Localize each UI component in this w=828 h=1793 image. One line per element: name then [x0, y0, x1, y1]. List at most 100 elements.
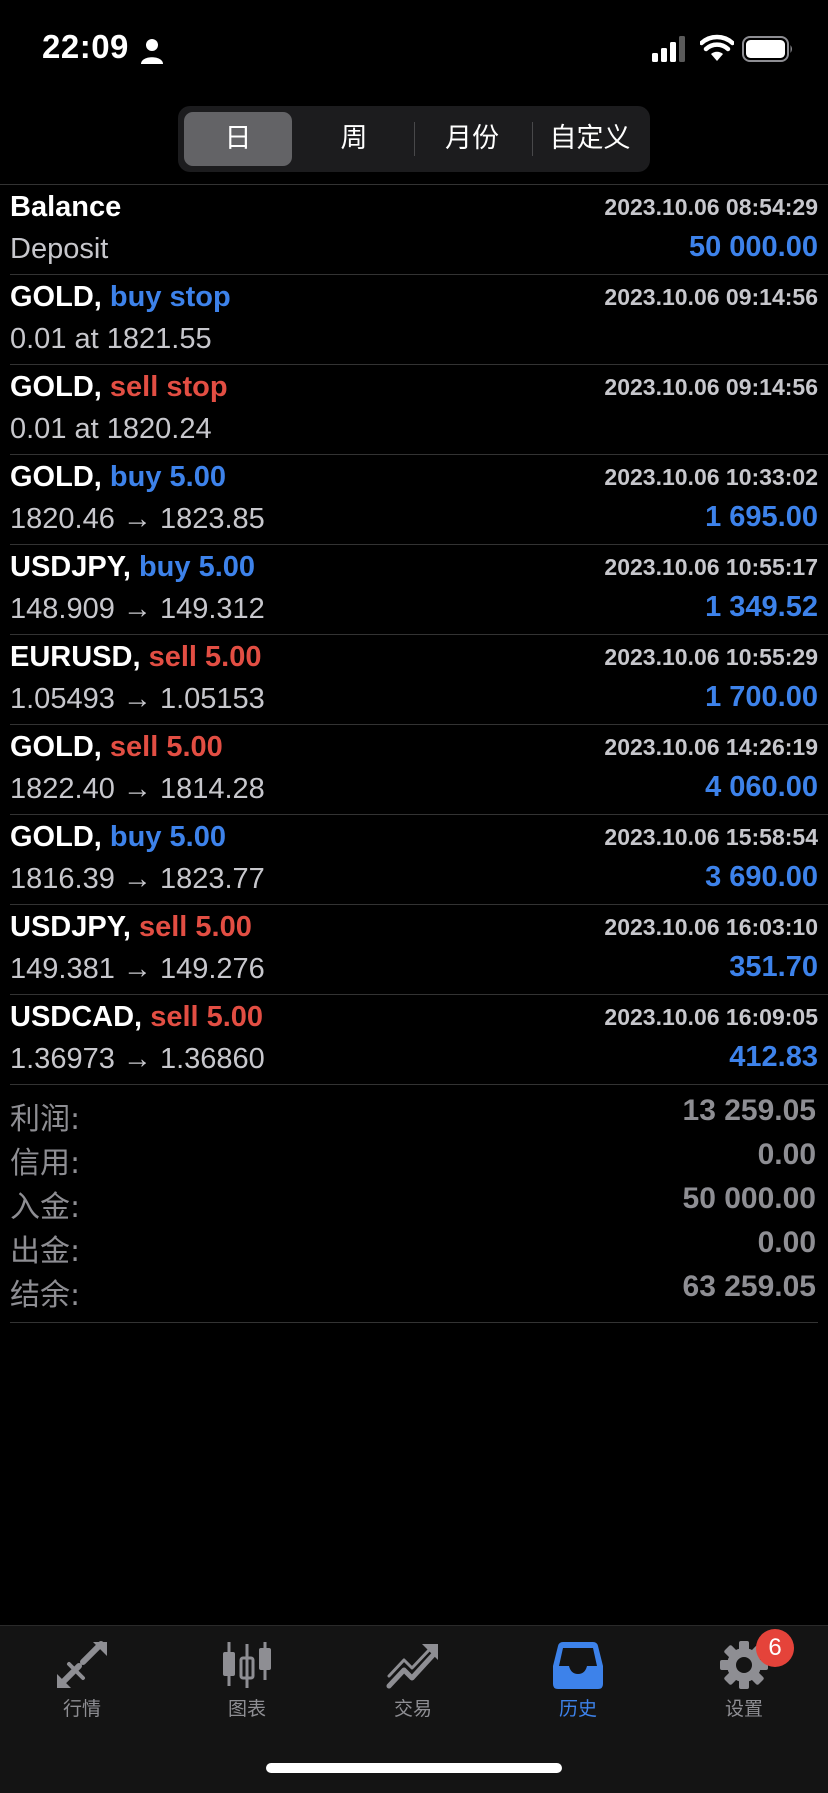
row-title: EURUSD, sell 5.00 — [10, 641, 261, 674]
row-symbol: GOLD, — [10, 281, 102, 313]
segment-custom[interactable]: 自定义 — [536, 112, 644, 166]
row-profit: 1 695.00 — [705, 501, 818, 533]
row-subtitle: 1.05493 → 1.05153 — [10, 683, 265, 715]
row-profit: 1 700.00 — [705, 681, 818, 713]
cellular-signal-icon — [652, 36, 685, 62]
summary-value: 0.00 — [757, 1138, 816, 1171]
row-action: buy stop — [109, 281, 231, 313]
segment-week[interactable]: 周 — [300, 112, 408, 166]
settings-notification-badge: 6 — [756, 1629, 794, 1667]
row-subtitle: 148.909 → 149.312 — [10, 593, 265, 625]
summary-label: 出金: — [10, 1234, 81, 1269]
row-profit: 412.83 — [729, 1041, 818, 1073]
row-time: 2023.10.06 09:14:56 — [604, 374, 818, 400]
row-symbol: USDJPY, — [10, 551, 131, 583]
summary-value: 13 259.05 — [682, 1094, 816, 1127]
row-action: buy 5.00 — [109, 461, 226, 493]
row-time: 2023.10.06 10:55:29 — [604, 644, 818, 670]
row-subtitle: 0.01 at 1821.55 — [10, 323, 212, 355]
history-row[interactable]: USDCAD, sell 5.00 2023.10.06 16:09:05 1.… — [10, 995, 828, 1085]
row-time: 2023.10.06 16:09:05 — [604, 1004, 818, 1030]
row-symbol: GOLD, — [10, 461, 102, 493]
summary-label: 利润: — [10, 1102, 81, 1137]
period-segmented-control: 日 周 月份 自定义 — [178, 106, 650, 172]
row-subtitle: 1820.46 → 1823.85 — [10, 503, 265, 535]
summary-value: 50 000.00 — [682, 1182, 816, 1215]
summary-row-withdrawal: 出金: 0.00 — [10, 1222, 818, 1269]
tab-chart[interactable]: 图表 — [187, 1640, 307, 1740]
tab-label: 设置 — [724, 1698, 763, 1720]
row-title: USDCAD, sell 5.00 — [10, 1001, 263, 1034]
row-action: sell 5.00 — [109, 731, 223, 763]
person-icon — [141, 39, 163, 64]
row-subtitle: 1.36973 → 1.36860 — [10, 1043, 265, 1075]
row-subtitle: 149.381 → 149.276 — [10, 953, 265, 985]
row-symbol: GOLD, — [10, 821, 102, 853]
summary-value: 63 259.05 — [682, 1270, 816, 1303]
row-time: 2023.10.06 16:03:10 — [604, 914, 818, 940]
row-time: 2023.10.06 15:58:54 — [604, 824, 818, 850]
status-bar: 22:09 — [0, 0, 828, 100]
home-indicator[interactable] — [266, 1763, 562, 1773]
trade-icon — [386, 1644, 438, 1689]
status-time: 22:09 — [42, 28, 129, 65]
row-time: 2023.10.06 14:26:19 — [604, 734, 818, 760]
tab-history[interactable]: 历史 — [518, 1640, 638, 1740]
segment-divider — [532, 122, 533, 156]
row-symbol: GOLD, — [10, 371, 102, 403]
row-symbol: USDJPY, — [10, 911, 131, 943]
history-list: Balance 2023.10.06 08:54:29 Deposit 50 0… — [0, 184, 828, 1085]
summary-label: 入金: — [10, 1190, 81, 1225]
tab-trade[interactable]: 交易 — [353, 1640, 473, 1740]
row-action: sell 5.00 — [138, 911, 252, 943]
row-profit: 351.70 — [729, 951, 818, 983]
row-profit: 3 690.00 — [705, 861, 818, 893]
summary-value: 0.00 — [757, 1226, 816, 1259]
row-title: USDJPY, sell 5.00 — [10, 911, 252, 944]
summary-row-balance: 结余: 63 259.05 — [10, 1266, 818, 1313]
tab-quotes[interactable]: 行情 — [22, 1640, 142, 1740]
row-profit: 4 060.00 — [705, 771, 818, 803]
wifi-icon — [700, 34, 734, 61]
history-row[interactable]: GOLD, buy 5.00 2023.10.06 10:33:02 1820.… — [10, 455, 828, 545]
history-row-balance[interactable]: Balance 2023.10.06 08:54:29 Deposit 50 0… — [10, 185, 828, 275]
summary-section: 利润: 13 259.05 信用: 0.00 入金: 50 000.00 出金:… — [10, 1090, 818, 1323]
history-row[interactable]: GOLD, sell stop 2023.10.06 09:14:56 0.01… — [10, 365, 828, 455]
summary-row-credit: 信用: 0.00 — [10, 1134, 818, 1181]
tab-label: 历史 — [558, 1698, 597, 1720]
row-title: USDJPY, buy 5.00 — [10, 551, 255, 584]
row-symbol: USDCAD, — [10, 1001, 143, 1033]
row-time: 2023.10.06 09:14:56 — [604, 284, 818, 310]
row-title: GOLD, buy 5.00 — [10, 461, 226, 494]
tab-label: 交易 — [393, 1698, 432, 1720]
segment-divider — [414, 122, 415, 156]
summary-row-profit: 利润: 13 259.05 — [10, 1090, 818, 1137]
history-row[interactable]: USDJPY, buy 5.00 2023.10.06 10:55:17 148… — [10, 545, 828, 635]
row-action: buy 5.00 — [109, 821, 226, 853]
chart-icon — [223, 1642, 271, 1688]
row-symbol: GOLD, — [10, 731, 102, 763]
history-row[interactable]: GOLD, buy stop 2023.10.06 09:14:56 0.01 … — [10, 275, 828, 365]
history-icon — [553, 1642, 603, 1689]
row-title: GOLD, buy stop — [10, 281, 231, 314]
quotes-icon — [57, 1641, 107, 1688]
row-time: 2023.10.06 10:33:02 — [604, 464, 818, 490]
summary-label: 结余: — [10, 1278, 81, 1313]
row-subtitle: Deposit — [10, 233, 109, 265]
row-title: GOLD, buy 5.00 — [10, 821, 226, 854]
row-subtitle: 1816.39 → 1823.77 — [10, 863, 265, 895]
row-time: 2023.10.06 10:55:17 — [604, 554, 818, 580]
row-time: 2023.10.06 08:54:29 — [604, 194, 818, 220]
history-row[interactable]: USDJPY, sell 5.00 2023.10.06 16:03:10 14… — [10, 905, 828, 995]
row-action: sell stop — [109, 371, 228, 403]
row-action: sell 5.00 — [150, 1001, 264, 1033]
summary-label: 信用: — [10, 1146, 81, 1181]
row-subtitle: 0.01 at 1820.24 — [10, 413, 212, 445]
summary-row-deposit: 入金: 50 000.00 — [10, 1178, 818, 1225]
segment-month[interactable]: 月份 — [418, 112, 526, 166]
row-subtitle: 1822.40 → 1814.28 — [10, 773, 265, 805]
history-row[interactable]: GOLD, sell 5.00 2023.10.06 14:26:19 1822… — [10, 725, 828, 815]
history-row[interactable]: EURUSD, sell 5.00 2023.10.06 10:55:29 1.… — [10, 635, 828, 725]
history-row[interactable]: GOLD, buy 5.00 2023.10.06 15:58:54 1816.… — [10, 815, 828, 905]
segment-day[interactable]: 日 — [184, 112, 292, 166]
